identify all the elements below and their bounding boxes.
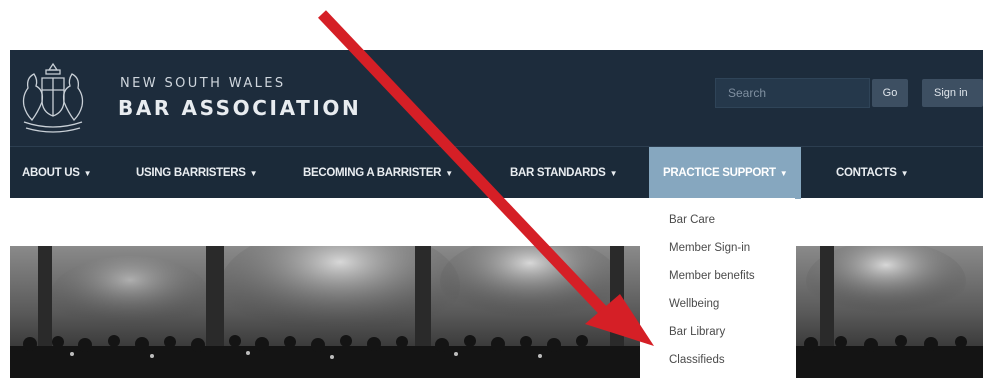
nav-item-becoming-a-barrister[interactable]: BECOMING A BARRISTER ▼	[303, 147, 453, 199]
browser-page: NEW SOUTH WALES BAR ASSOCIATION Search G…	[10, 50, 983, 378]
dropdown-item-member-sign-in[interactable]: Member Sign-in	[669, 242, 750, 254]
caret-down-icon: ▼	[609, 169, 618, 178]
org-name-line1: NEW SOUTH WALES	[120, 76, 286, 91]
nav-item-using-barristers[interactable]: USING BARRISTERS ▼	[136, 147, 257, 199]
caret-down-icon: ▼	[445, 169, 453, 178]
nav-item-label: BECOMING A BARRISTER	[303, 167, 442, 179]
dropdown-item-bar-library[interactable]: Bar Library	[669, 326, 725, 338]
dropdown-item-classifieds[interactable]: Classifieds	[669, 354, 725, 366]
nav-item-label: BAR STANDARDS	[510, 167, 606, 179]
search-input[interactable]: Search	[715, 78, 870, 108]
nav-item-label: USING BARRISTERS	[136, 167, 246, 179]
nav-item-about-us[interactable]: ABOUT US ▼	[22, 147, 92, 199]
site-header: NEW SOUTH WALES BAR ASSOCIATION Search G…	[10, 50, 983, 146]
caret-down-icon: ▼	[900, 169, 909, 178]
nav-item-label: CONTACTS	[836, 167, 897, 179]
main-navigation: ABOUT US ▼ USING BARRISTERS ▼ BECOMING A B…	[10, 146, 983, 199]
org-name-line2[interactable]: BAR ASSOCIATION	[118, 96, 361, 120]
nav-item-contacts[interactable]: CONTACTS ▼	[836, 147, 909, 199]
practice-support-dropdown: Bar Care Member Sign-in Member benefits …	[649, 198, 795, 378]
go-button[interactable]: Go	[872, 79, 908, 107]
nav-item-practice-support[interactable]: PRACTICE SUPPORT ▼	[649, 147, 802, 199]
event-photo	[10, 246, 640, 378]
dropdown-item-wellbeing[interactable]: Wellbeing	[669, 298, 719, 310]
caret-down-icon: ▼	[779, 169, 788, 178]
coat-of-arms-logo[interactable]	[18, 58, 88, 136]
caret-down-icon: ▼	[249, 169, 258, 178]
sign-in-button[interactable]: Sign in	[922, 79, 983, 107]
nav-item-label: ABOUT US	[22, 167, 80, 179]
caret-down-icon: ▼	[83, 169, 92, 178]
dropdown-item-bar-care[interactable]: Bar Care	[669, 214, 715, 226]
event-photo	[796, 246, 983, 378]
nav-item-label: PRACTICE SUPPORT	[663, 167, 776, 179]
dropdown-item-member-benefits[interactable]: Member benefits	[669, 270, 755, 282]
nav-item-bar-standards[interactable]: BAR STANDARDS ▼	[510, 147, 617, 199]
